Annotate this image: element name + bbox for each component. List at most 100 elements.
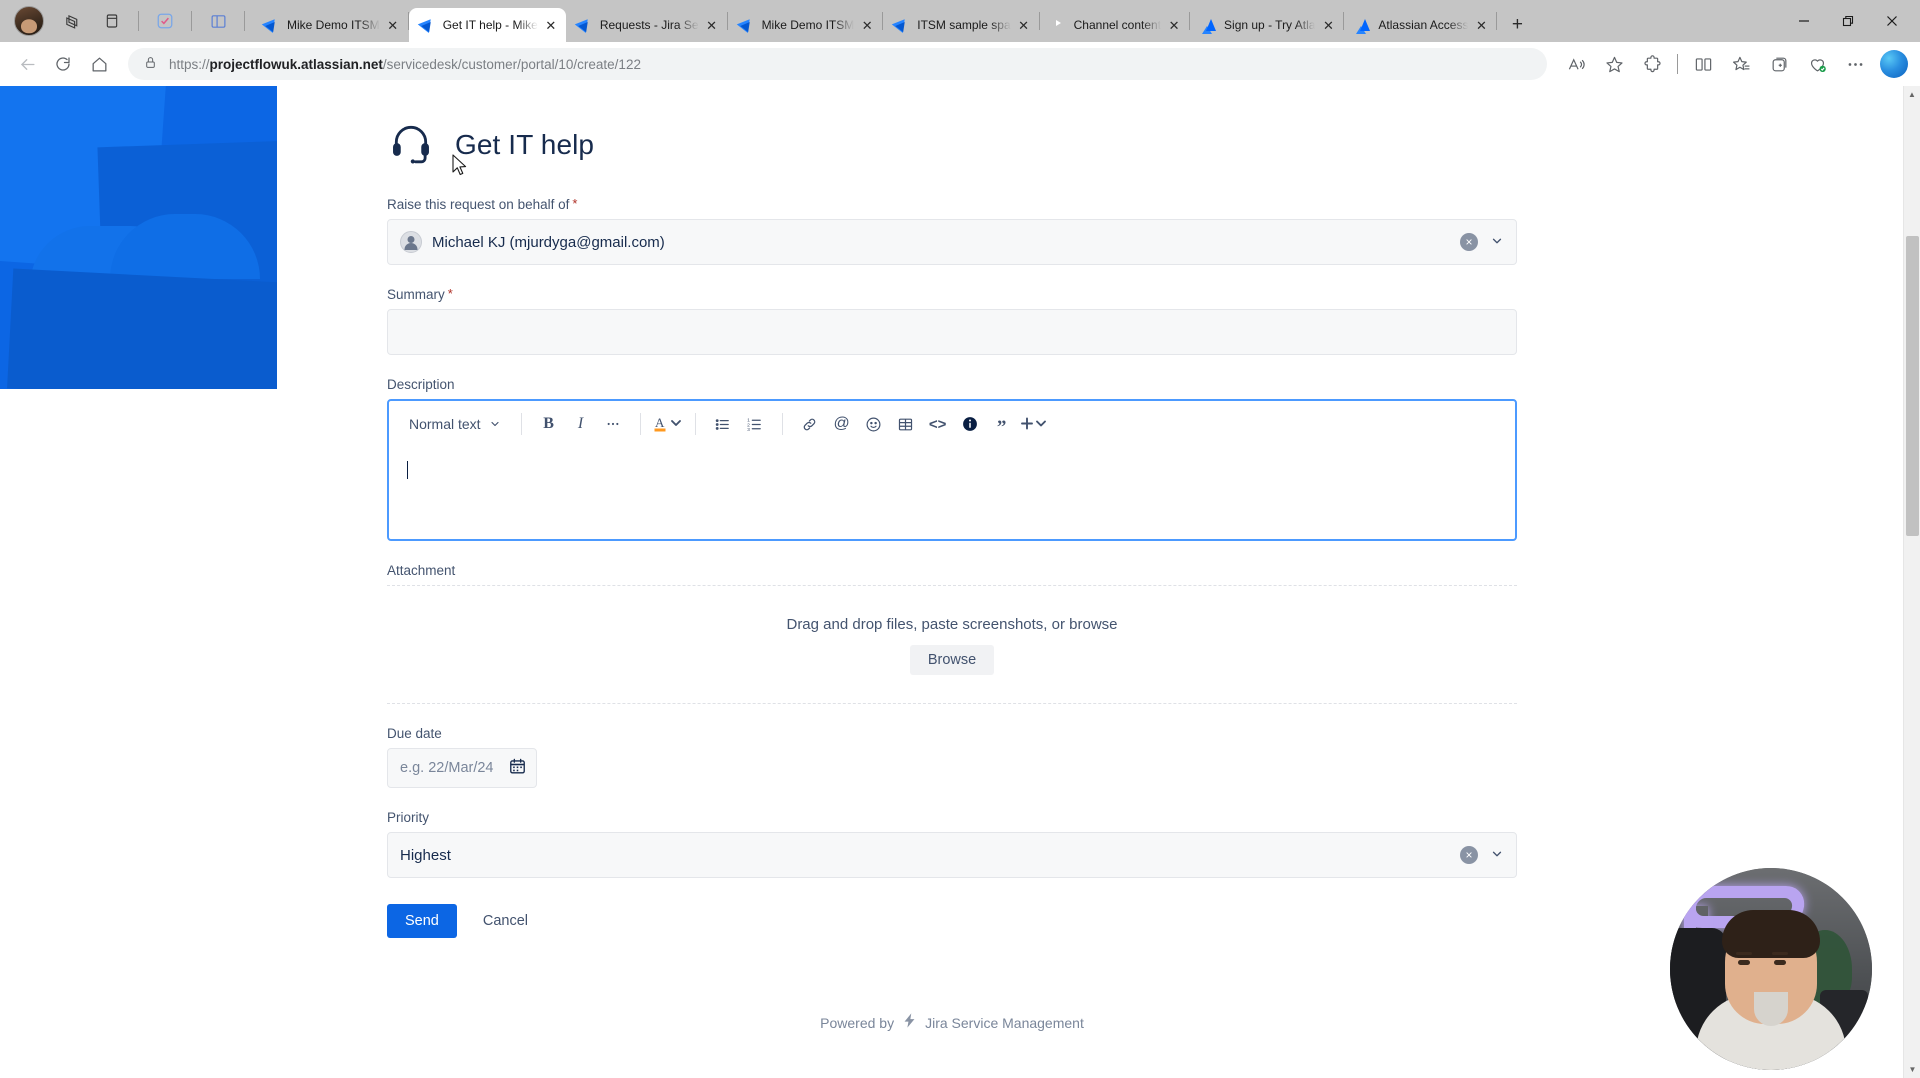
browse-button[interactable]: Browse [909,645,995,675]
calendar-icon[interactable] [508,757,527,780]
tab-close-icon[interactable]: ✕ [1472,16,1490,34]
table-icon[interactable] [891,409,921,439]
tab-close-icon[interactable]: ✕ [384,16,402,34]
profile-avatar[interactable] [14,6,44,36]
tab-title: Requests - Jira Se [599,18,699,32]
summary-input[interactable] [387,309,1517,355]
italic-button[interactable]: I [566,409,596,439]
description-editor[interactable]: Normal text B I A 1 2 3 @ <> ” [387,399,1517,541]
address-bar[interactable]: https://projectflowuk.atlassian.net/serv… [128,48,1547,80]
selected-user-value: Michael KJ (mjurdyga@gmail.com) [432,233,665,251]
todo-icon[interactable] [150,6,180,36]
extensions-icon[interactable] [1635,47,1669,81]
attachment-dropzone[interactable]: Drag and drop files, paste screenshots, … [387,585,1517,704]
copilot-icon[interactable] [1880,50,1908,78]
browser-tab-3[interactable]: Mike Demo ITSM ✕ [728,8,883,42]
url-path: /servicedesk/customer/portal/10/create/1… [382,56,641,72]
request-form: Get IT help Raise this request on behalf… [387,86,1517,1034]
refresh-icon[interactable] [46,47,80,81]
divider [520,413,522,435]
page-scrollbar[interactable]: ▲ ▼ [1903,86,1920,1078]
field-label-text: Priority [387,810,430,825]
split-screen-icon[interactable] [1686,47,1720,81]
more-formatting-button[interactable] [598,409,628,439]
raise-on-behalf-select[interactable]: Michael KJ (mjurdyga@gmail.com) × [387,219,1517,265]
text-color-button[interactable]: A [653,409,683,439]
settings-more-icon[interactable] [1838,47,1872,81]
jira-icon [893,17,909,33]
favorite-star-icon[interactable] [1597,47,1631,81]
attachment-hint: Drag and drop files, paste screenshots, … [786,616,1118,633]
browser-tab-1-active[interactable]: Get IT help - Mike ✕ [408,8,566,42]
browser-tab-2[interactable]: Requests - Jira Se ✕ [566,8,727,42]
divider [694,413,696,435]
home-icon[interactable] [82,47,116,81]
numbered-list-button[interactable]: 123 [740,409,770,439]
due-date-input[interactable]: e.g. 22/Mar/24 [387,748,537,788]
tab-close-icon[interactable]: ✕ [703,16,721,34]
clear-icon[interactable]: × [1460,846,1478,864]
field-label: Priority [387,810,1517,825]
tab-close-icon[interactable]: ✕ [1319,16,1337,34]
cancel-button[interactable]: Cancel [469,904,542,938]
browser-tab-6[interactable]: Sign up - Try Atla ✕ [1190,8,1343,42]
field-attachment: Attachment Drag and drop files, paste sc… [387,563,1517,704]
mention-button[interactable]: @ [827,409,857,439]
tab-close-icon[interactable]: ✕ [542,16,560,34]
bullet-list-button[interactable] [708,409,738,439]
vertical-tabs-icon[interactable] [97,6,127,36]
browser-tab-0[interactable]: Mike Demo ITSM ✕ [253,8,408,42]
window-close-icon[interactable] [1870,5,1914,37]
collections-icon[interactable] [1724,47,1758,81]
text-style-dropdown[interactable]: Normal text [401,411,509,437]
code-button[interactable]: <> [923,409,953,439]
read-aloud-icon[interactable] [1559,47,1593,81]
scroll-down-arrow-icon[interactable]: ▼ [1904,1061,1920,1078]
field-label-text: Attachment [387,563,456,578]
required-indicator: * [572,196,578,211]
description-input-area[interactable] [389,447,1515,539]
add-tab-group-icon[interactable] [1762,47,1796,81]
portal-content: Get IT help Raise this request on behalf… [277,86,1627,1078]
chevron-down-icon[interactable] [1490,234,1504,251]
field-label: Attachment [387,563,1517,578]
tab-close-icon[interactable]: ✕ [1015,16,1033,34]
browser-essentials-icon[interactable] [1800,47,1834,81]
browser-tab-7[interactable]: Atlassian Access ✕ [1344,8,1496,42]
scroll-up-arrow-icon[interactable]: ▲ [1904,86,1920,103]
split-screen-icon[interactable] [203,6,233,36]
url-domain: projectflowuk.atlassian.net [209,56,383,72]
insert-more-button[interactable] [1019,409,1049,439]
field-label-text: Raise this request on behalf of [387,197,570,212]
atlassian-icon [1200,17,1216,33]
field-raise-on-behalf-of: Raise this request on behalf of * Michae… [387,197,1517,265]
window-minimize-icon[interactable] [1782,5,1826,37]
window-restore-icon[interactable] [1826,5,1870,37]
emoji-icon[interactable] [859,409,889,439]
scrollbar-thumb[interactable] [1906,236,1919,536]
tab-strip: Mike Demo ITSM ✕ Get IT help - Mike ✕ Re… [0,0,1920,42]
copilot-pane-icon[interactable] [57,6,87,36]
new-tab-button[interactable]: + [1503,11,1531,39]
send-button[interactable]: Send [387,904,457,938]
window-controls [1782,0,1914,42]
link-icon[interactable] [795,409,825,439]
jsm-bolt-icon [901,1012,918,1034]
tab-close-icon[interactable]: ✕ [858,16,876,34]
back-icon[interactable] [10,47,44,81]
bold-button[interactable]: B [534,409,564,439]
page-viewport: Get IT help Raise this request on behalf… [0,86,1920,1078]
tab-title: Channel content [1073,18,1162,32]
tab-close-icon[interactable]: ✕ [1165,16,1183,34]
info-panel-icon[interactable] [955,409,985,439]
chevron-down-icon[interactable] [1490,847,1504,864]
clear-icon[interactable]: × [1460,233,1478,251]
priority-select[interactable]: Highest × [387,832,1517,878]
browser-tab-4[interactable]: ITSM sample spa ✕ [883,8,1038,42]
browser-tab-5[interactable]: Channel content ✕ [1040,8,1189,42]
tab-title: Get IT help - Mike [442,18,538,32]
request-header: Get IT help [389,120,1517,169]
jira-icon [738,17,754,33]
quote-button[interactable]: ” [987,409,1017,439]
field-priority: Priority Highest × [387,810,1517,878]
